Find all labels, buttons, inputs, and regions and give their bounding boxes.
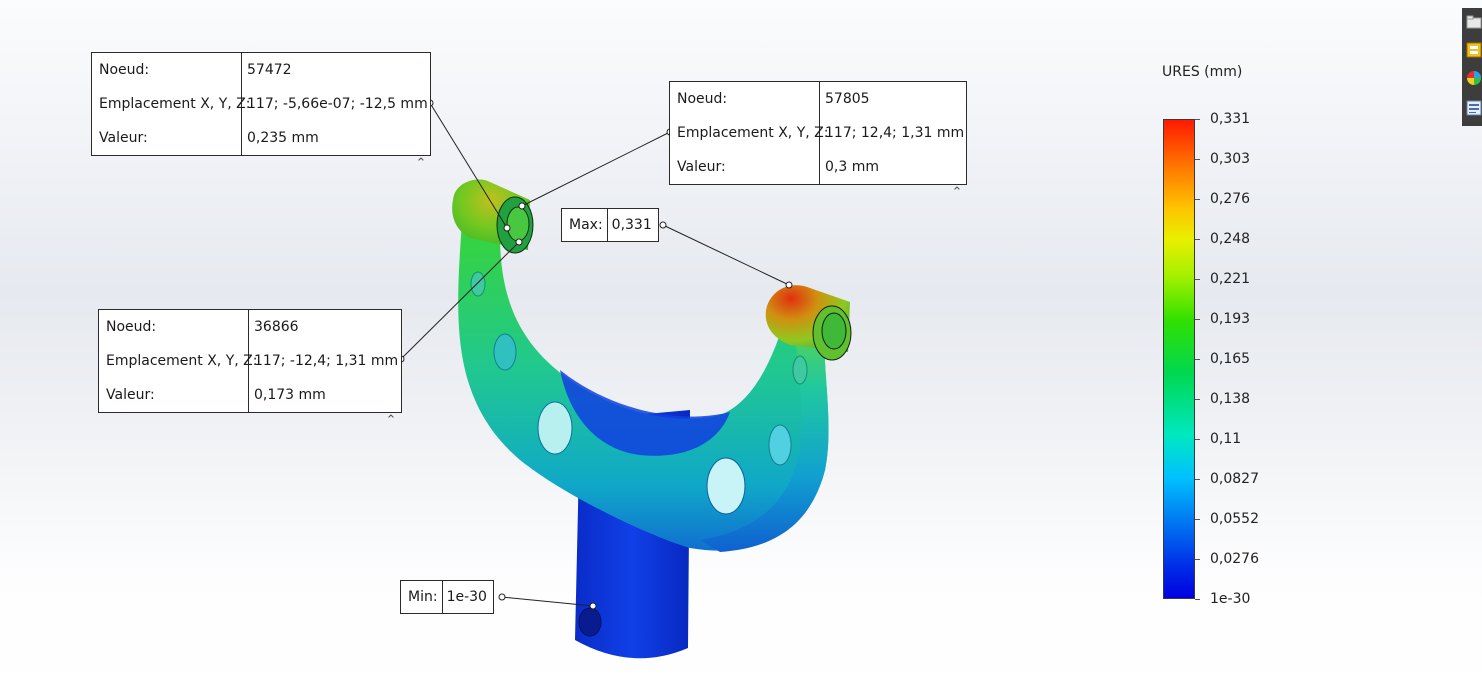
left-bore bbox=[506, 206, 530, 242]
legend-tick bbox=[1195, 239, 1200, 240]
legend-tick bbox=[1195, 519, 1200, 520]
legend-tick bbox=[1195, 199, 1200, 200]
legend-title: URES (mm) bbox=[1162, 64, 1243, 80]
right-bore bbox=[821, 312, 847, 350]
probe-row-value: Valeur: 0,173 mm bbox=[99, 378, 401, 412]
max-tag[interactable]: Max: 0,331 bbox=[561, 208, 659, 242]
min-key: Min: bbox=[401, 581, 443, 613]
min-value: 1e-30 bbox=[446, 589, 487, 605]
probe-value: 117; -5,66e-07; -12,5 mm bbox=[247, 96, 428, 112]
task-pane-toolbar bbox=[1462, 8, 1482, 126]
hole-3 bbox=[537, 401, 573, 455]
probe-key: Emplacement X, Y, Z: bbox=[99, 344, 257, 378]
probe-row-value: Valeur: 0,3 mm bbox=[670, 150, 966, 184]
legend-label: 0,193 bbox=[1210, 311, 1251, 327]
probe-value: 0,235 mm bbox=[247, 130, 319, 146]
legend-tick bbox=[1195, 479, 1200, 480]
probe-row-location: Emplacement X, Y, Z: 117; -12,4; 1,31 mm bbox=[99, 344, 401, 378]
hole-4 bbox=[706, 457, 746, 515]
legend-label: 0,248 bbox=[1210, 231, 1251, 247]
probe-key: Valeur: bbox=[99, 378, 249, 412]
hole-1 bbox=[470, 271, 486, 297]
probe-key: Valeur: bbox=[92, 121, 242, 155]
probe-value: 0,173 mm bbox=[254, 387, 326, 403]
display-manager-icon[interactable] bbox=[1466, 42, 1482, 58]
legend-tick bbox=[1195, 359, 1200, 360]
probe-value: 0,3 mm bbox=[825, 159, 879, 175]
probe-value: 57805 bbox=[825, 91, 870, 107]
hole-5 bbox=[768, 424, 792, 466]
hole-6 bbox=[792, 355, 808, 385]
probe-box-57805[interactable]: Noeud: 57805 Emplacement X, Y, Z: 117; 1… bbox=[669, 81, 967, 185]
legend-label: 0,0276 bbox=[1210, 551, 1259, 567]
list-icon[interactable] bbox=[1466, 100, 1482, 116]
probe-key: Emplacement X, Y, Z: bbox=[92, 87, 250, 121]
legend-label: 0,221 bbox=[1210, 271, 1251, 287]
legend-tick bbox=[1195, 599, 1200, 600]
stem-hole bbox=[578, 607, 602, 637]
legend-color-bar bbox=[1163, 119, 1195, 599]
probe-box-36866[interactable]: Noeud: 36866 Emplacement X, Y, Z: 117; -… bbox=[98, 309, 402, 413]
probe-row-node: Noeud: 57805 bbox=[670, 82, 966, 116]
legend-label: 0,0827 bbox=[1210, 471, 1259, 487]
legend-label: 0,0552 bbox=[1210, 511, 1259, 527]
probe-collapse-button[interactable]: ⌃ bbox=[414, 157, 428, 170]
legend-tick bbox=[1195, 559, 1200, 560]
appearance-icon[interactable] bbox=[1466, 70, 1482, 86]
legend-label: 0,276 bbox=[1210, 191, 1251, 207]
legend-tick bbox=[1195, 399, 1200, 400]
max-key: Max: bbox=[562, 209, 608, 241]
probe-value: 57472 bbox=[247, 62, 292, 78]
legend-label: 0,138 bbox=[1210, 391, 1251, 407]
probe-row-node: Noeud: 57472 bbox=[92, 53, 430, 87]
max-value: 0,331 bbox=[611, 217, 652, 233]
legend-tick bbox=[1195, 319, 1200, 320]
probe-value: 117; 12,4; 1,31 mm bbox=[825, 125, 965, 141]
legend-tick bbox=[1195, 279, 1200, 280]
probe-key: Noeud: bbox=[99, 310, 249, 344]
probe-value: 36866 bbox=[254, 319, 299, 335]
probe-row-value: Valeur: 0,235 mm bbox=[92, 121, 430, 155]
hole-2 bbox=[493, 333, 517, 371]
min-tag[interactable]: Min: 1e-30 bbox=[400, 580, 494, 614]
probe-key: Noeud: bbox=[670, 82, 820, 116]
probe-key: Noeud: bbox=[92, 53, 242, 87]
probe-row-location: Emplacement X, Y, Z: 117; 12,4; 1,31 mm bbox=[670, 116, 966, 150]
legend-tick bbox=[1195, 439, 1200, 440]
legend-tick bbox=[1195, 119, 1200, 120]
probe-key: Valeur: bbox=[670, 150, 820, 184]
probe-row-location: Emplacement X, Y, Z: 117; -5,66e-07; -12… bbox=[92, 87, 430, 121]
probe-collapse-button[interactable]: ⌃ bbox=[950, 186, 964, 199]
legend-tick bbox=[1195, 159, 1200, 160]
legend-label: 0,331 bbox=[1210, 111, 1251, 127]
yoke-arm bbox=[458, 222, 829, 551]
probe-key: Emplacement X, Y, Z: bbox=[670, 116, 828, 150]
legend-label: 0,165 bbox=[1210, 351, 1251, 367]
folder-icon[interactable] bbox=[1466, 14, 1482, 30]
probe-row-node: Noeud: 36866 bbox=[99, 310, 401, 344]
probe-value: 117; -12,4; 1,31 mm bbox=[254, 353, 399, 369]
legend-label: 0,11 bbox=[1210, 431, 1242, 447]
legend-label: 0,303 bbox=[1210, 151, 1251, 167]
probe-collapse-button[interactable]: ⌃ bbox=[384, 414, 398, 427]
probe-box-57472[interactable]: Noeud: 57472 Emplacement X, Y, Z: 117; -… bbox=[91, 52, 431, 156]
legend-label: 1e-30 bbox=[1210, 591, 1251, 607]
